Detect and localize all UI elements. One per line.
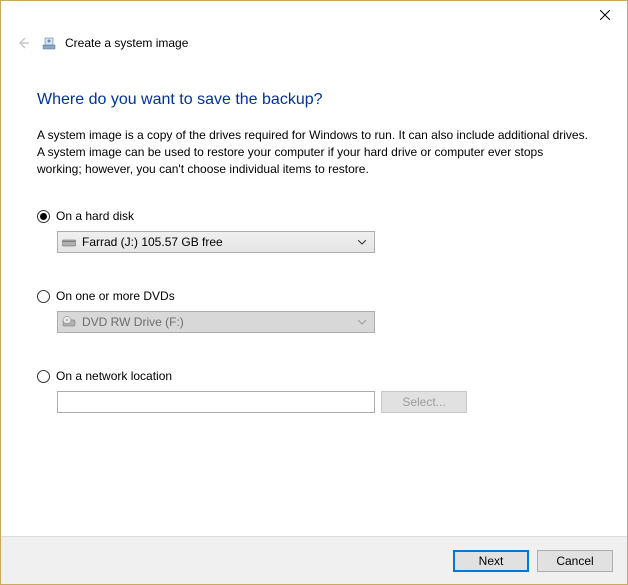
next-button[interactable]: Next — [453, 550, 529, 572]
radio-network[interactable] — [37, 370, 50, 383]
hard-disk-selected: Farrad (J:) 105.57 GB free — [82, 235, 348, 249]
dvds-selected: DVD RW Drive (F:) — [82, 315, 348, 329]
page-heading: Where do you want to save the backup? — [37, 91, 591, 109]
footer: Next Cancel — [1, 536, 627, 584]
header-row: Create a system image — [1, 31, 627, 53]
cancel-button[interactable]: Cancel — [537, 550, 613, 572]
description-text: A system image is a copy of the drives r… — [37, 127, 591, 177]
option-network: On a network location Select... — [37, 369, 591, 413]
radio-hard-disk-label[interactable]: On a hard disk — [56, 209, 134, 223]
dvds-dropdown: DVD RW Drive (F:) — [57, 311, 375, 333]
radio-dvds-label[interactable]: On one or more DVDs — [56, 289, 175, 303]
radio-network-label[interactable]: On a network location — [56, 369, 172, 383]
radio-dvds[interactable] — [37, 290, 50, 303]
network-location-input — [57, 391, 375, 413]
chevron-down-icon — [354, 320, 370, 325]
close-icon — [600, 10, 610, 20]
radio-hard-disk[interactable] — [37, 210, 50, 223]
drive-icon — [62, 236, 76, 248]
dvd-drive-icon — [62, 316, 76, 328]
back-arrow-icon — [15, 35, 31, 51]
window-title: Create a system image — [65, 36, 188, 50]
option-dvds: On one or more DVDs DVD RW Drive (F:) — [37, 289, 591, 333]
option-hard-disk: On a hard disk Farrad (J:) 105.57 GB fre… — [37, 209, 591, 253]
select-button: Select... — [381, 391, 467, 413]
hard-disk-dropdown[interactable]: Farrad (J:) 105.57 GB free — [57, 231, 375, 253]
chevron-down-icon — [354, 240, 370, 245]
back-button — [13, 33, 33, 53]
system-image-icon — [41, 35, 57, 51]
titlebar — [1, 1, 627, 31]
content: Where do you want to save the backup? A … — [1, 53, 627, 413]
close-button[interactable] — [583, 1, 627, 29]
